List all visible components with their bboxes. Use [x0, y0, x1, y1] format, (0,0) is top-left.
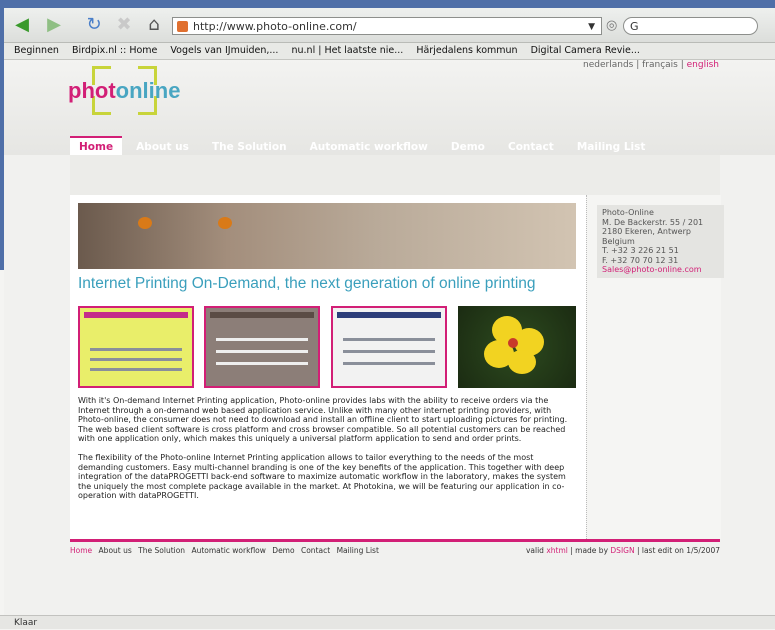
footer-link-home[interactable]: Home [70, 546, 92, 555]
logo-text-online: online [115, 78, 181, 103]
footer-designer-link[interactable]: DSIGN [610, 546, 634, 555]
contact-country: Belgium [602, 236, 635, 246]
go-icon[interactable]: ◎ [606, 18, 617, 33]
cat-banner-image [78, 203, 576, 269]
status-text: Klaar [14, 618, 38, 628]
bookmark-item[interactable]: Beginnen [14, 45, 59, 56]
footer-link-the-solution[interactable]: The Solution [138, 546, 185, 555]
footer-link-mailing-list[interactable]: Mailing List [337, 546, 379, 555]
bookmark-item[interactable]: Vogels van IJmuiden,... [170, 45, 278, 56]
lang-francais[interactable]: français [642, 60, 678, 70]
intro-paragraph-1: With it's On-demand Internet Printing ap… [78, 396, 568, 444]
flower-photo[interactable] [458, 306, 576, 388]
intro-paragraph-2: The flexibility of the Photo-online Inte… [78, 452, 566, 501]
logo-text-photo: phot [68, 78, 116, 103]
language-switcher: nederlands | français | english [583, 60, 719, 70]
screenshot-thumbnail[interactable] [331, 306, 447, 388]
chevron-down-icon[interactable]: ▼ [588, 18, 595, 36]
main-content: Internet Printing On-Demand, the next ge… [70, 195, 586, 539]
cat-eye [218, 217, 232, 229]
search-engine-label: G [630, 20, 639, 33]
forward-icon[interactable]: ▶ [42, 14, 66, 36]
footer-credits: valid xhtml | made by DSIGN | last edit … [526, 546, 720, 555]
status-bar: Klaar [0, 615, 775, 629]
footer-link-contact[interactable]: Contact [301, 546, 330, 555]
contact-box: Photo-Online M. De Backerstr. 55 / 201 2… [597, 205, 724, 278]
favicon-icon [177, 21, 188, 32]
footer-link-automatic-workflow[interactable]: Automatic workflow [191, 546, 265, 555]
site-logo[interactable]: photonline [68, 78, 180, 104]
address-bar[interactable]: http://www.photo-online.com/ ▼ [172, 17, 602, 35]
address-url: http://www.photo-online.com/ [193, 20, 357, 33]
contact-email-link[interactable]: Sales@photo-online.com [602, 265, 719, 275]
footer-valid-label: valid [525, 546, 544, 555]
back-icon[interactable]: ◀ [10, 14, 34, 36]
lang-nederlands[interactable]: nederlands [583, 60, 633, 70]
footer-link-about-us[interactable]: About us [99, 546, 132, 555]
contact-fax: F. +32 70 70 12 31 [602, 255, 679, 265]
page-headline: Internet Printing On-Demand, the next ge… [78, 275, 536, 292]
bookmark-item[interactable]: Digital Camera Revie... [531, 45, 640, 56]
contact-city: 2180 Ekeren, Antwerp [602, 227, 691, 236]
lang-english[interactable]: english [687, 60, 719, 70]
main-nav: Home About us The Solution Automatic wor… [70, 135, 654, 158]
contact-street: M. De Backerstr. 55 / 201 [602, 217, 704, 227]
bookmark-item[interactable]: Birdpix.nl :: Home [72, 45, 157, 56]
screenshot-thumbnail[interactable] [78, 306, 194, 388]
bookmark-item[interactable]: Härjedalens kommun [416, 45, 517, 56]
web-page: nederlands | français | english photonli… [4, 60, 775, 615]
footer-divider [70, 539, 720, 542]
footer-xhtml-link[interactable]: xhtml [546, 546, 568, 555]
footer-nav: Home About us The Solution Automatic wor… [70, 546, 383, 555]
bookmark-item[interactable]: nu.nl | Het laatste nie... [292, 45, 404, 56]
footer-link-demo[interactable]: Demo [272, 546, 294, 555]
reload-icon[interactable]: ↻ [82, 14, 106, 36]
intro-text: With it's On-demand Internet Printing ap… [78, 396, 578, 510]
footer-made-by-label: | made by [570, 546, 609, 555]
cat-eye [138, 217, 152, 229]
bookmarks-toolbar: Beginnen Birdpix.nl :: Home Vogels van I… [4, 43, 775, 60]
sidebar: Photo-Online M. De Backerstr. 55 / 201 2… [586, 195, 724, 539]
footer-last-edit: | last edit on 1/5/2007 [636, 546, 720, 555]
browser-toolbar: ◀ ▶ ↻ ✖ ⌂ http://www.photo-online.com/ ▼… [4, 8, 775, 43]
content-top-strip [70, 155, 720, 195]
home-icon[interactable]: ⌂ [142, 14, 166, 36]
contact-name: Photo-Online [602, 208, 654, 217]
stop-icon[interactable]: ✖ [112, 14, 136, 36]
site-header: nederlands | français | english photonli… [4, 60, 775, 158]
search-input[interactable]: G [623, 17, 758, 35]
contact-phone: T. +32 3 226 21 51 [602, 246, 679, 255]
screenshot-thumbnail[interactable] [204, 306, 320, 388]
